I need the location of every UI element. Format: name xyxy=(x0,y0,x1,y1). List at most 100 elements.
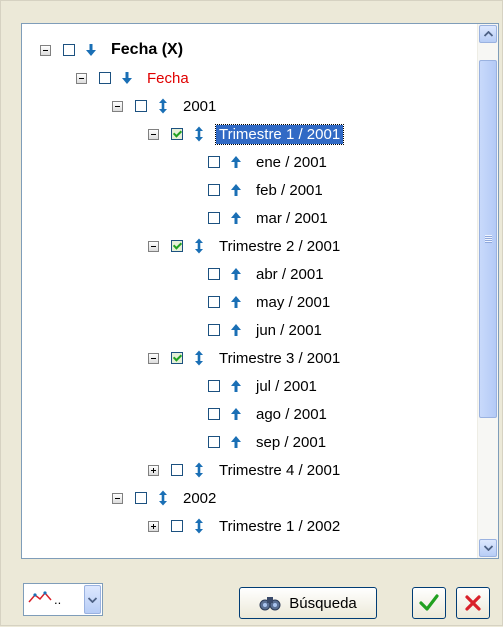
collapse-icon[interactable] xyxy=(40,44,51,56)
chevron-down-icon xyxy=(483,545,493,551)
collapse-icon[interactable] xyxy=(148,240,159,252)
tree-row-checkbox[interactable] xyxy=(135,100,147,112)
tree-row[interactable]: jun / 2001 xyxy=(208,318,325,342)
tree-row-checkbox[interactable] xyxy=(208,324,220,336)
tree-row[interactable]: Trimestre 4 / 2001 xyxy=(148,458,343,482)
sort-toggle-icon[interactable] xyxy=(192,462,206,478)
tree-row-checkbox[interactable] xyxy=(208,436,220,448)
sort-ascending-icon[interactable] xyxy=(229,154,243,170)
line-type-select[interactable]: .. xyxy=(23,583,103,616)
search-button[interactable]: Búsqueda xyxy=(239,587,377,619)
tree-row-checkbox[interactable] xyxy=(171,464,183,476)
sort-toggle-icon[interactable] xyxy=(156,490,170,506)
tree-row-label: jun / 2001 xyxy=(256,321,322,339)
tree-row-label: Fecha xyxy=(147,69,189,87)
sort-ascending-icon[interactable] xyxy=(229,210,243,226)
sort-ascending-icon[interactable] xyxy=(229,266,243,282)
tree-row-checkbox[interactable] xyxy=(135,492,147,504)
tree-row-checkbox[interactable] xyxy=(208,296,220,308)
line-type-dropdown-button[interactable] xyxy=(84,585,101,614)
tree-row-checkbox[interactable] xyxy=(171,128,183,140)
sort-descending-icon[interactable] xyxy=(84,42,98,58)
tree-row[interactable]: Trimestre 3 / 2001 xyxy=(148,346,343,370)
tree-row[interactable]: Trimestre 2 / 2001 xyxy=(148,234,343,258)
tree-row-checkbox[interactable] xyxy=(99,72,111,84)
tree-row-label: 2001 xyxy=(183,97,217,115)
tree-row[interactable]: 2002 xyxy=(112,486,219,510)
sort-toggle-icon[interactable] xyxy=(192,238,206,254)
scroll-thumb[interactable] xyxy=(479,60,497,418)
tree-row-checkbox[interactable] xyxy=(208,156,220,168)
tree-row-checkbox[interactable] xyxy=(171,520,183,532)
cancel-button[interactable] xyxy=(456,587,490,619)
scroll-up-button[interactable] xyxy=(479,25,497,43)
tree-row-label: ene / 2001 xyxy=(256,153,327,171)
line-chart-icon xyxy=(28,590,52,609)
sort-ascending-icon[interactable] xyxy=(229,434,243,450)
sort-ascending-icon[interactable] xyxy=(229,378,243,394)
tree-row-label: 2002 xyxy=(183,489,217,507)
collapse-icon[interactable] xyxy=(112,100,123,112)
tree-row-checkbox[interactable] xyxy=(208,268,220,280)
tree-row-checkbox[interactable] xyxy=(171,352,183,364)
tree-row-checkbox[interactable] xyxy=(63,44,75,56)
tree-row[interactable]: Trimestre 1 / 2002 xyxy=(148,514,343,538)
tree-row[interactable]: feb / 2001 xyxy=(208,178,326,202)
date-tree: Fecha (X) Fecha 2001 Trimestre 1 / 2001 ene … xyxy=(22,24,474,558)
collapse-icon[interactable] xyxy=(76,72,87,84)
tree-row[interactable]: abr / 2001 xyxy=(208,262,327,286)
chevron-up-icon xyxy=(483,31,493,37)
tree-row[interactable]: Fecha xyxy=(76,66,192,90)
tree-row-label: jul / 2001 xyxy=(256,377,317,395)
tree-row[interactable]: may / 2001 xyxy=(208,290,333,314)
filter-dialog: Fecha (X) Fecha 2001 Trimestre 1 / 2001 ene … xyxy=(0,0,503,626)
sort-toggle-icon[interactable] xyxy=(192,126,206,142)
tree-row-checkbox[interactable] xyxy=(208,184,220,196)
tree-row-label: mar / 2001 xyxy=(256,209,328,227)
tree-row-checkbox[interactable] xyxy=(208,408,220,420)
expand-icon[interactable] xyxy=(148,520,159,532)
search-button-label: Búsqueda xyxy=(289,594,357,612)
tree-row[interactable]: mar / 2001 xyxy=(208,206,331,230)
tree-row[interactable]: 2001 xyxy=(112,94,219,118)
tree-row-label: Trimestre 3 / 2001 xyxy=(219,349,341,367)
tree-row-checkbox[interactable] xyxy=(208,380,220,392)
tree-row[interactable]: jul / 2001 xyxy=(208,374,320,398)
tree-row[interactable]: sep / 2001 xyxy=(208,430,329,454)
tree-row[interactable]: ene / 2001 xyxy=(208,150,330,174)
tree-row[interactable]: ago / 2001 xyxy=(208,402,330,426)
tree-row[interactable]: Fecha (X) xyxy=(40,38,186,62)
sort-toggle-icon[interactable] xyxy=(192,350,206,366)
scroll-down-button[interactable] xyxy=(479,539,497,557)
sort-descending-icon[interactable] xyxy=(120,70,134,86)
tree-row-label: sep / 2001 xyxy=(256,433,327,451)
date-hierarchy-tree-panel: Fecha (X) Fecha 2001 Trimestre 1 / 2001 ene … xyxy=(21,23,499,559)
collapse-icon[interactable] xyxy=(148,352,159,364)
tree-row-checkbox[interactable] xyxy=(171,240,183,252)
sort-ascending-icon[interactable] xyxy=(229,322,243,338)
tree-row-label: abr / 2001 xyxy=(256,265,324,283)
expand-icon[interactable] xyxy=(148,464,159,476)
ok-button[interactable] xyxy=(412,587,446,619)
scroll-grip-icon xyxy=(485,235,492,243)
line-type-value: .. xyxy=(54,592,62,607)
tree-row-label: Trimestre 4 / 2001 xyxy=(219,461,341,479)
collapse-icon[interactable] xyxy=(112,492,123,504)
collapse-icon[interactable] xyxy=(148,128,159,140)
sort-toggle-icon[interactable] xyxy=(192,518,206,534)
chevron-down-icon xyxy=(88,596,97,603)
tree-row[interactable]: Trimestre 1 / 2001 xyxy=(148,122,345,146)
sort-ascending-icon[interactable] xyxy=(229,182,243,198)
tree-row-label: Trimestre 1 / 2001 xyxy=(214,123,345,145)
tree-row-label: Fecha (X) xyxy=(111,41,184,58)
binoculars-icon xyxy=(259,594,281,612)
check-icon xyxy=(419,594,439,611)
sort-ascending-icon[interactable] xyxy=(229,406,243,422)
tree-row-checkbox[interactable] xyxy=(208,212,220,224)
tree-row-label: Trimestre 1 / 2002 xyxy=(219,517,341,535)
tree-row-label: Trimestre 2 / 2001 xyxy=(219,237,341,255)
vertical-scrollbar[interactable] xyxy=(477,24,498,558)
sort-toggle-icon[interactable] xyxy=(156,98,170,114)
tree-row-label: feb / 2001 xyxy=(256,181,323,199)
sort-ascending-icon[interactable] xyxy=(229,294,243,310)
